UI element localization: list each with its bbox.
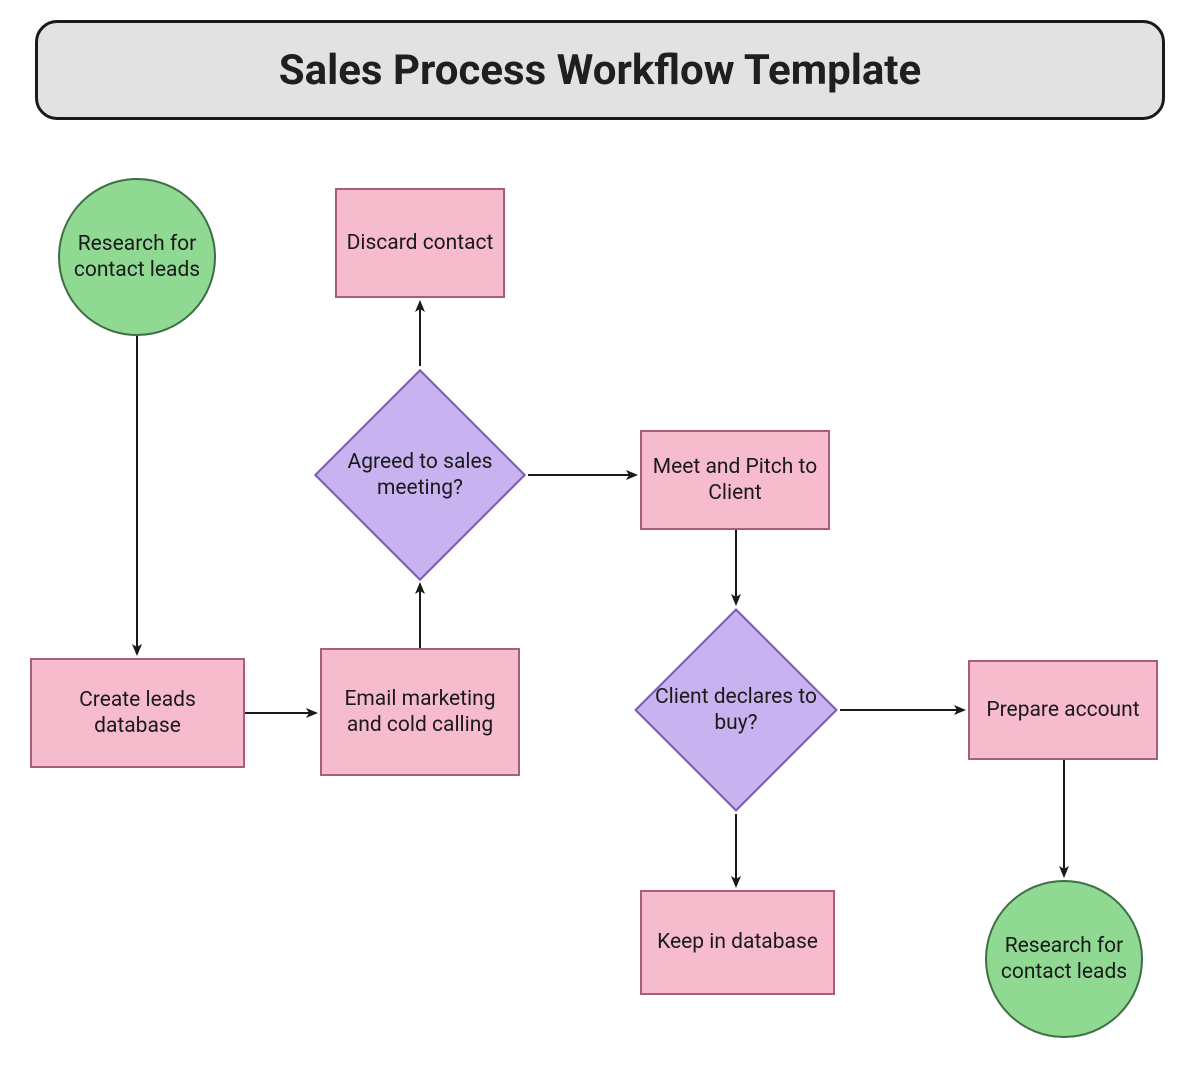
discard-contact-label: Discard contact [347,230,494,256]
discard-contact-node: Discard contact [335,188,505,298]
end-node-label: Research for contact leads [995,933,1133,986]
prepare-account-node: Prepare account [968,660,1158,760]
email-marketing-node: Email marketing and cold calling [320,648,520,776]
diagram-title: Sales Process Workflow Template [279,46,921,95]
decision-client-buy-label: Client declares to buy? [644,618,828,802]
email-marketing-label: Email marketing and cold calling [330,686,510,739]
meet-pitch-node: Meet and Pitch to Client [640,430,830,530]
keep-db-node: Keep in database [640,890,835,995]
start-node: Research for contact leads [58,178,216,336]
end-node: Research for contact leads [985,880,1143,1038]
create-db-node: Create leads database [30,658,245,768]
keep-db-label: Keep in database [657,929,818,955]
prepare-account-label: Prepare account [986,697,1139,723]
decision-client-buy: Client declares to buy? [664,638,808,782]
create-db-label: Create leads database [40,687,235,740]
decision-agreed-meeting-label: Agreed to sales meeting? [325,380,515,570]
decision-agreed-meeting: Agreed to sales meeting? [345,400,495,550]
start-node-label: Research for contact leads [68,231,206,284]
title-box: Sales Process Workflow Template [35,20,1165,120]
meet-pitch-label: Meet and Pitch to Client [650,454,820,507]
